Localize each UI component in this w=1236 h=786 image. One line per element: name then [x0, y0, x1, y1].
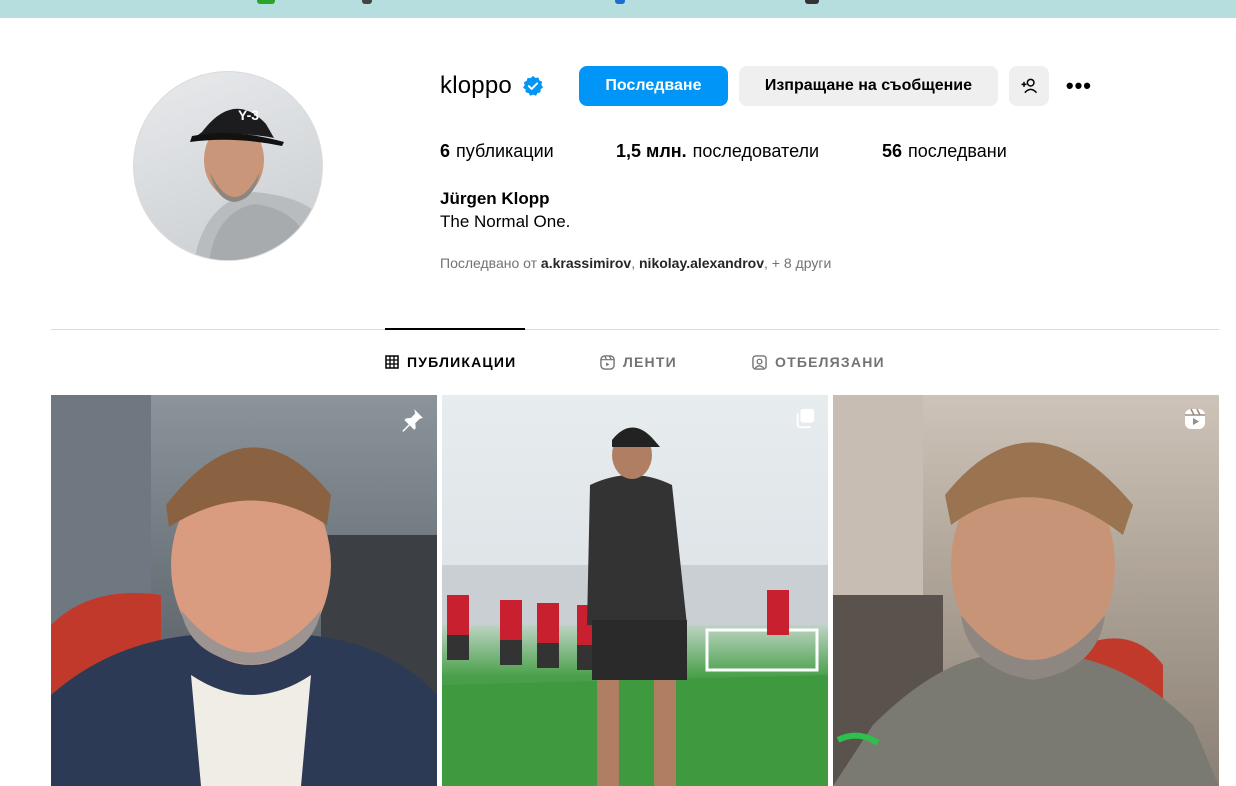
bookmark-icon[interactable] [805, 0, 819, 4]
suggested-users-button[interactable] [1008, 66, 1049, 106]
post-thumbnail[interactable] [442, 395, 828, 786]
browser-bookmarks-strip [0, 0, 1236, 18]
bookmark-icon[interactable] [615, 0, 625, 4]
send-message-button[interactable]: Изпращане на съобщение [738, 66, 998, 106]
post-image [51, 395, 437, 786]
following-label: последвани [908, 141, 1007, 161]
profile-stats: 6 публикации 1,5 млн. последователи 56 п… [440, 141, 1007, 162]
bookmark-icon[interactable] [362, 0, 372, 4]
post-thumbnail[interactable] [51, 395, 437, 786]
posts-grid [51, 395, 1219, 786]
carousel-icon [794, 407, 816, 434]
bookmark-icon[interactable] [257, 0, 275, 4]
reel-icon [1183, 407, 1207, 436]
followers-count: 1,5 млн. [616, 141, 687, 161]
add-user-icon [1021, 78, 1038, 94]
posts-count-stat: 6 публикации [440, 141, 616, 162]
post-image [442, 427, 828, 786]
tab-reels-label: ЛЕНТИ [623, 354, 677, 370]
reels-icon [600, 354, 615, 370]
tab-tagged[interactable]: ОТБЕЛЯЗАНИ [752, 354, 885, 370]
post-thumbnail[interactable] [833, 395, 1219, 786]
active-tab-indicator [385, 328, 525, 330]
followed-by-line[interactable]: Последвано от a.krassimirov, nikolay.ale… [440, 255, 831, 271]
pin-icon [399, 407, 425, 438]
followers-stat[interactable]: 1,5 млн. последователи [616, 141, 882, 162]
tab-tagged-label: ОТБЕЛЯЗАНИ [775, 354, 885, 370]
posts-label: публикации [456, 141, 554, 161]
verified-badge-icon [522, 75, 544, 97]
profile-header-row: kloppo Последване Изпращане на съобщение… [440, 66, 1099, 106]
tab-reels[interactable]: ЛЕНТИ [600, 354, 677, 370]
post-image [833, 395, 1219, 786]
tab-posts[interactable]: ПУБЛИКАЦИИ [385, 354, 516, 370]
tabs-divider [51, 329, 1219, 330]
tab-posts-label: ПУБЛИКАЦИИ [407, 354, 517, 370]
followed-by-suffix: , + 8 други [764, 255, 832, 271]
follow-button[interactable]: Последване [578, 66, 728, 106]
svg-text:Y-3: Y-3 [238, 107, 259, 123]
username: kloppo [440, 72, 512, 99]
grid-icon [385, 355, 399, 369]
posts-count: 6 [440, 141, 451, 161]
profile-avatar[interactable]: Y-3 [133, 71, 323, 261]
followers-label: последователи [692, 141, 820, 161]
following-count: 56 [882, 141, 903, 161]
more-options-button[interactable]: ••• [1059, 66, 1099, 106]
followed-by-account[interactable]: nikolay.alexandrov [639, 255, 764, 271]
bio-text: The Normal One. [440, 212, 571, 231]
avatar-photo: Y-3 [190, 107, 322, 260]
full-name: Jürgen Klopp [440, 189, 550, 208]
followed-by-prefix: Последвано от [440, 255, 538, 271]
tagged-icon [752, 354, 767, 370]
followed-by-account[interactable]: a.krassimirov [541, 255, 631, 271]
followed-by-separator: , [631, 255, 636, 271]
following-stat[interactable]: 56 последвани [882, 141, 1007, 162]
